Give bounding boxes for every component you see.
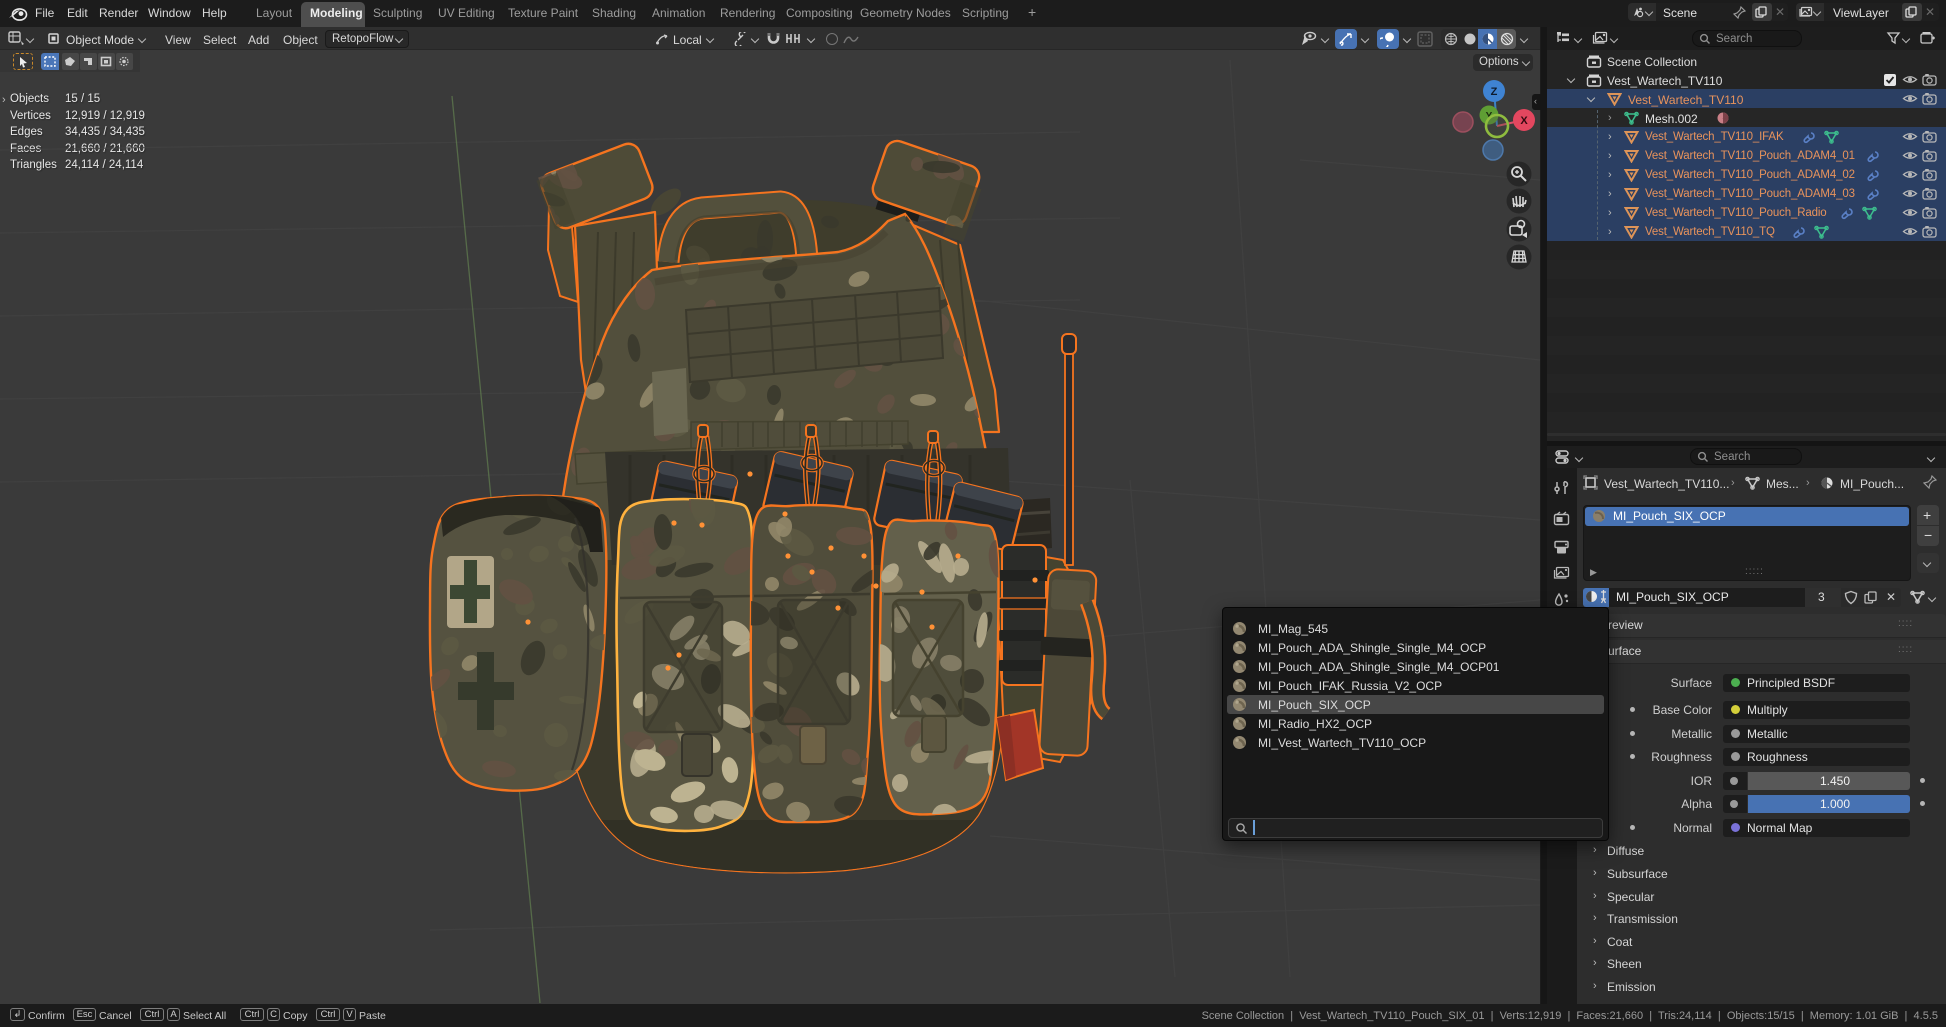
- svg-text:X: X: [1520, 115, 1528, 127]
- svg-text:Z: Z: [1491, 86, 1498, 98]
